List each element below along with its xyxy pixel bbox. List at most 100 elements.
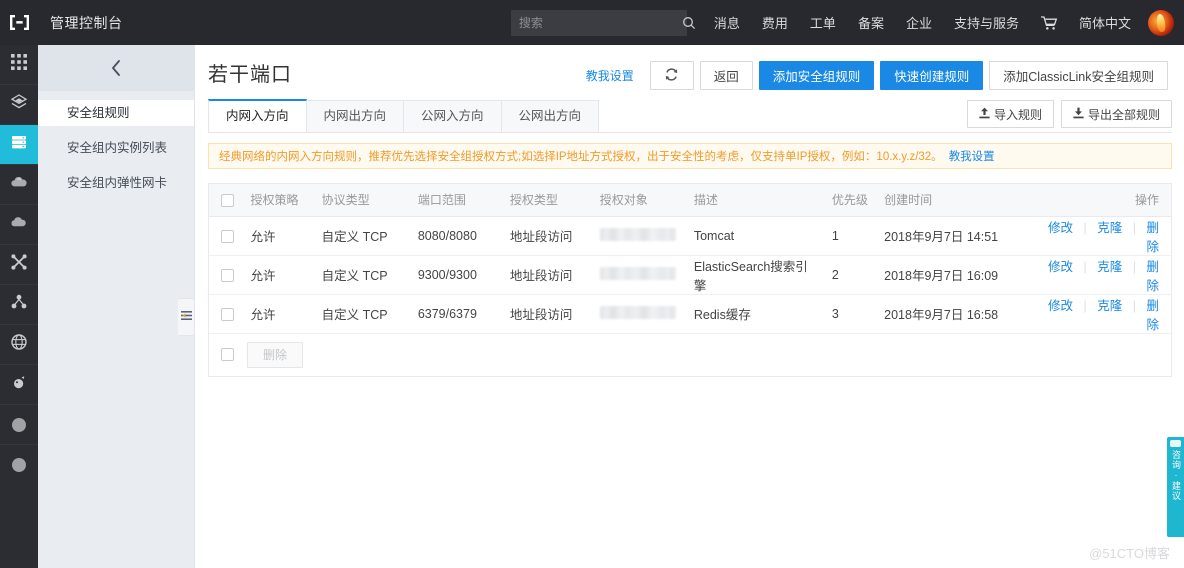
tab-intranet-outbound[interactable]: 内网出方向: [305, 100, 405, 132]
refresh-button[interactable]: [649, 61, 694, 90]
quick-create-rule-button[interactable]: 快速创建规则: [880, 61, 984, 90]
table-row: 允许 自定义 TCP 9300/9300 地址段访问 ElasticSearch…: [209, 255, 1171, 295]
tab-internet-inbound[interactable]: 公网入方向: [403, 100, 502, 132]
rail-item-network-cross[interactable]: [0, 245, 38, 284]
export-all-rules-label: 导出全部规则: [1087, 107, 1160, 122]
avatar[interactable]: [1148, 9, 1174, 36]
edit-rule-link[interactable]: 修改: [1048, 221, 1073, 235]
rail-item-globe[interactable]: [0, 325, 38, 364]
op-separator: |: [1083, 259, 1087, 274]
rail-item-ecs-server[interactable]: [0, 125, 38, 164]
edit-rule-link[interactable]: 修改: [1048, 299, 1073, 313]
export-all-rules-button[interactable]: 导出全部规则: [1060, 100, 1172, 128]
rail-item-layers[interactable]: [0, 85, 38, 124]
add-security-group-rule-button[interactable]: 添加安全组规则: [758, 61, 875, 90]
submenu-item-eni-list[interactable]: 安全组内弹性网卡: [38, 170, 194, 196]
table-row: 允许 自定义 TCP 8080/8080 地址段访问 Tomcat 1 2018…: [209, 216, 1171, 256]
main-content: 若干端口 教我设置 返回 添加安全组规则 快速创建规则 添加ClassicLin…: [196, 45, 1184, 568]
hierarchy-icon: [10, 294, 28, 315]
tab-intranet-inbound[interactable]: 内网入方向: [208, 99, 307, 132]
import-rules-button[interactable]: 导入规则: [966, 100, 1054, 128]
notice-teach-link[interactable]: 教我设置: [949, 148, 995, 164]
nav-item-language[interactable]: 简体中文: [1068, 0, 1142, 45]
add-classiclink-rule-button[interactable]: 添加ClassicLink安全组规则: [989, 61, 1168, 90]
search-icon[interactable]: [682, 10, 696, 36]
feedback-cap-icon: [1170, 440, 1181, 447]
upload-icon: [979, 107, 994, 122]
nav-item-billing[interactable]: 费用: [751, 0, 799, 45]
nav-item-messages[interactable]: 消息: [703, 0, 751, 45]
header-protocol: 协议类型: [315, 184, 412, 217]
footer-select-all-checkbox[interactable]: [221, 348, 234, 361]
panel-toggle-icon: [180, 308, 192, 326]
clone-rule-link[interactable]: 克隆: [1097, 221, 1122, 235]
table-row: 允许 自定义 TCP 6379/6379 地址段访问 Redis缓存 3 201…: [209, 294, 1171, 334]
rail-item-hierarchy[interactable]: [0, 285, 38, 324]
header-priority: 优先级: [825, 184, 879, 217]
cell-port-range: 8080/8080: [411, 216, 504, 256]
console-bracket-logo-icon: [9, 14, 30, 31]
rail-item-security[interactable]: [0, 365, 38, 404]
select-all-checkbox[interactable]: [221, 193, 234, 207]
row-checkbox[interactable]: [221, 229, 234, 243]
feedback-side-tab[interactable]: 咨询·建议: [1167, 437, 1184, 537]
submenu-item-instance-list[interactable]: 安全组内实例列表: [38, 135, 194, 161]
feedback-label: 咨询·建议: [1171, 450, 1181, 501]
table-footer: 删除: [209, 333, 1171, 376]
rail-item-more-1[interactable]: [0, 405, 38, 444]
submenu-item-security-group-rules[interactable]: 安全组规则: [38, 100, 194, 126]
rail-item-cloud-upload[interactable]: [0, 165, 38, 204]
rail-item-cloud-database[interactable]: [0, 205, 38, 244]
search-input[interactable]: [510, 9, 682, 36]
edit-rule-link[interactable]: 修改: [1048, 260, 1073, 274]
global-search[interactable]: [510, 9, 695, 36]
shopping-cart-icon[interactable]: [1030, 0, 1068, 45]
delete-rule-link[interactable]: 删除: [1146, 221, 1159, 254]
clone-rule-link[interactable]: 克隆: [1097, 299, 1122, 313]
notice-banner: 经典网络的内网入方向规则，推荐优先选择安全组授权方式;如选择IP地址方式授权，出…: [208, 143, 1172, 169]
cell-created-time: 2018年9月7日 14:51: [878, 216, 1035, 256]
console-logo[interactable]: [0, 0, 38, 45]
rail-item-more-2[interactable]: [0, 445, 38, 484]
delete-rule-link[interactable]: 删除: [1146, 260, 1159, 293]
row-checkbox[interactable]: [221, 268, 234, 282]
cell-created-time: 2018年9月7日 16:09: [878, 255, 1035, 295]
chevron-left-icon: [110, 58, 123, 78]
table-body: 允许 自定义 TCP 8080/8080 地址段访问 Tomcat 1 2018…: [209, 216, 1171, 334]
back-button[interactable]: 返回: [699, 61, 753, 90]
panel-toggle-handle[interactable]: [178, 298, 195, 336]
batch-delete-button[interactable]: 删除: [247, 341, 304, 368]
rules-table-container: 授权策略 协议类型 端口范围 授权类型 授权对象 描述 优先级 创建时间 操作 …: [208, 183, 1172, 377]
redacted-value: [599, 266, 676, 280]
row-select-cell: [209, 216, 245, 256]
op-separator: |: [1132, 298, 1136, 313]
row-checkbox[interactable]: [221, 307, 234, 321]
direction-tabs: 内网入方向 内网出方向 公网入方向 公网出方向 导入规则 导出全部规则: [208, 99, 1172, 133]
cell-description: Tomcat: [687, 216, 826, 256]
nav-item-support[interactable]: 支持与服务: [943, 0, 1030, 45]
cell-description: ElasticSearch搜索引擎: [687, 255, 826, 295]
cell-description: Redis缓存: [687, 294, 826, 334]
page-title: 若干端口: [208, 64, 292, 86]
cell-port-range: 6379/6379: [411, 294, 504, 334]
delete-rule-link[interactable]: 删除: [1146, 299, 1159, 332]
submenu-list: 安全组规则 安全组内实例列表 安全组内弹性网卡: [38, 100, 194, 196]
tab-internet-outbound[interactable]: 公网出方向: [500, 100, 600, 132]
rail-item-apps[interactable]: [0, 45, 38, 84]
nav-item-tickets[interactable]: 工单: [799, 0, 847, 45]
teach-me-link[interactable]: 教我设置: [586, 67, 634, 84]
redacted-value: [599, 227, 676, 241]
cell-port-range: 9300/9300: [411, 255, 504, 295]
cell-priority: 1: [825, 216, 879, 256]
submenu-collapse-button[interactable]: [38, 45, 194, 91]
header-port-range: 端口范围: [411, 184, 504, 217]
nav-item-icp-filing[interactable]: 备案: [847, 0, 895, 45]
cell-auth-object: [593, 294, 688, 334]
security-group-rules-table: 授权策略 协议类型 端口范围 授权类型 授权对象 描述 优先级 创建时间 操作 …: [209, 184, 1171, 334]
content-bottom-strip: [196, 556, 1184, 568]
select-all-header: [209, 184, 245, 217]
nav-item-enterprise[interactable]: 企业: [895, 0, 943, 45]
cell-policy: 允许: [244, 255, 316, 295]
clone-rule-link[interactable]: 克隆: [1097, 260, 1122, 274]
cell-policy: 允许: [244, 294, 316, 334]
